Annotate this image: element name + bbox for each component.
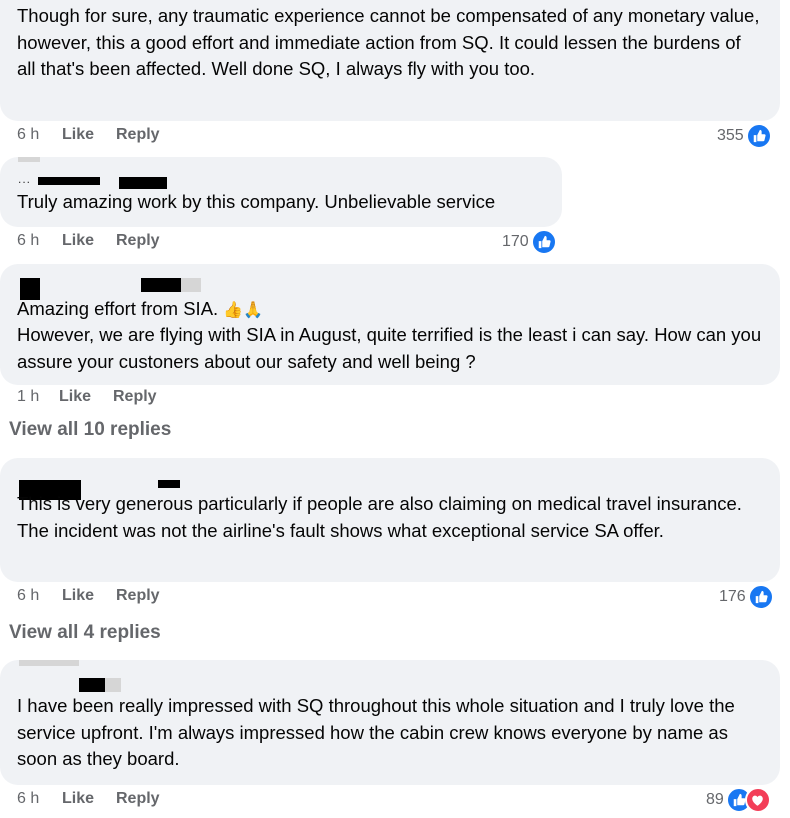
like-button[interactable]: Like	[62, 790, 94, 808]
like-button[interactable]: Like	[62, 232, 94, 250]
reaction-summary[interactable]: 170	[502, 229, 557, 255]
comment-timestamp[interactable]: 1 h	[17, 388, 39, 406]
like-button[interactable]: Like	[62, 126, 94, 144]
comment-timestamp[interactable]: 6 h	[17, 126, 39, 144]
redacted-author-name	[79, 678, 105, 692]
reaction-count: 176	[719, 588, 746, 605]
redacted-author-name	[38, 177, 100, 185]
thumbs-up-pray-emoji: 👍🙏	[223, 302, 264, 319]
comment-text: This is very generous particularly if pe…	[17, 493, 742, 541]
love-icon	[744, 787, 771, 813]
reaction-summary[interactable]: 355	[717, 123, 772, 149]
comment-text-first: Amazing effort from SIA.	[17, 298, 219, 319]
comment-bubble: I have been really impressed with SQ thr…	[0, 660, 780, 785]
reply-button[interactable]: Reply	[116, 126, 160, 144]
reaction-count: 170	[502, 233, 529, 250]
redacted-author-name	[141, 278, 181, 292]
comment-text-line1: Amazing effort from SIA. 👍🙏	[17, 296, 764, 325]
reaction-count: 355	[717, 127, 744, 144]
comment-timestamp[interactable]: 6 h	[17, 790, 39, 808]
like-button[interactable]: Like	[59, 388, 91, 406]
reply-button[interactable]: Reply	[116, 790, 160, 808]
redacted-author-name	[181, 278, 201, 292]
comment-bubble: Amazing effort from SIA. 👍🙏 However, we …	[0, 264, 780, 385]
redacted-author-name	[158, 480, 180, 488]
comment-bubble: Though for sure, any traumatic experienc…	[0, 0, 780, 121]
reply-button[interactable]: Reply	[116, 232, 160, 250]
comment-text: However, we are flying with SIA in Augus…	[17, 324, 762, 372]
redacted-author-name	[119, 177, 167, 189]
like-icon	[745, 123, 772, 149]
view-replies-link[interactable]: View all 10 replies	[9, 419, 171, 441]
comment-bubble: ... Truly amazing work by this company. …	[0, 157, 562, 227]
like-icon	[747, 584, 774, 610]
comment-ellipsis: ...	[18, 172, 32, 186]
comment-text: I have been really impressed with SQ thr…	[17, 695, 735, 769]
comment-text: Though for sure, any traumatic experienc…	[17, 5, 760, 79]
comment-timestamp[interactable]: 6 h	[17, 232, 39, 250]
reaction-summary[interactable]: 89	[706, 787, 771, 813]
view-replies-link[interactable]: View all 4 replies	[9, 622, 161, 644]
redacted-author-name	[105, 678, 121, 692]
like-button[interactable]: Like	[62, 587, 94, 605]
reaction-summary[interactable]: 176	[719, 584, 774, 610]
reply-button[interactable]: Reply	[116, 587, 160, 605]
reaction-count: 89	[706, 791, 724, 808]
redacted-author-name	[18, 157, 40, 162]
comment-bubble: This is very generous particularly if pe…	[0, 458, 780, 582]
redacted-author-name	[19, 660, 79, 666]
comment-text: Truly amazing work by this company. Unbe…	[17, 191, 496, 212]
reply-button[interactable]: Reply	[113, 388, 157, 406]
like-icon	[530, 229, 557, 255]
comment-timestamp[interactable]: 6 h	[17, 587, 39, 605]
